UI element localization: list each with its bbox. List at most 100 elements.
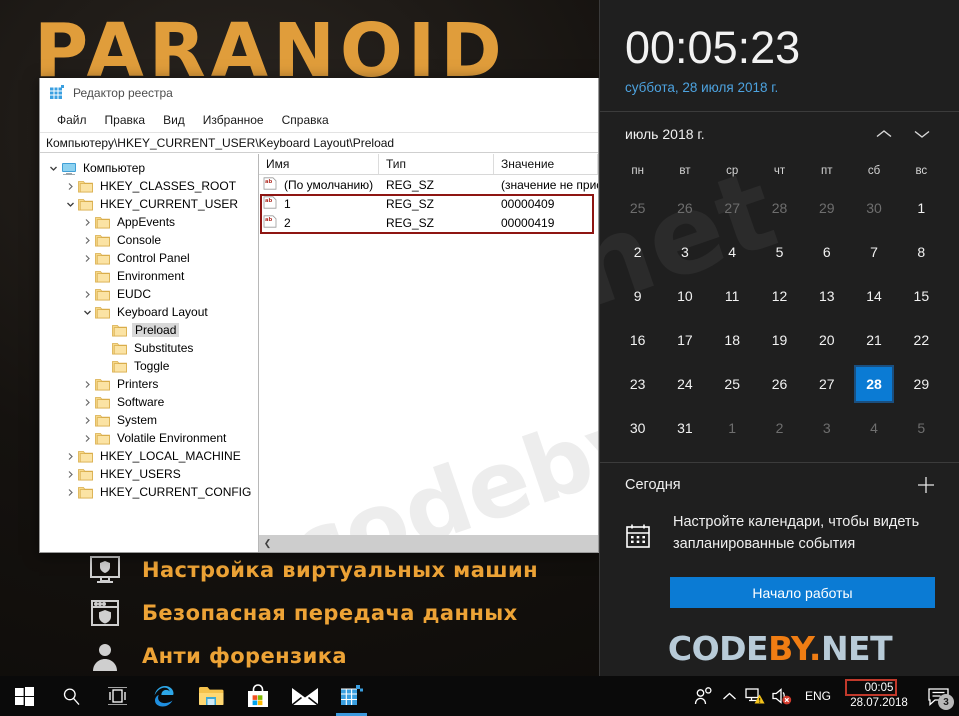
- column-header-type[interactable]: Тип: [379, 154, 494, 174]
- menu-item-view[interactable]: Вид: [154, 111, 194, 129]
- tree-item[interactable]: HKEY_LOCAL_MACHINE: [40, 447, 258, 465]
- calendar-day[interactable]: 29: [898, 362, 945, 406]
- calendar-weeks[interactable]: 25 26 27 28 29 30 1 2 3 4 5 6 7 8 9 10 11 12 13 14 15 16 17 18 1…: [614, 186, 945, 450]
- calendar-day[interactable]: 18: [709, 318, 756, 362]
- calendar-day[interactable]: 15: [898, 274, 945, 318]
- calendar-day[interactable]: 1: [898, 186, 945, 230]
- calendar-day[interactable]: 21: [850, 318, 897, 362]
- search-icon[interactable]: [48, 676, 94, 716]
- calendar-day[interactable]: 9: [614, 274, 661, 318]
- microsoft-store-icon[interactable]: [234, 676, 281, 716]
- calendar-day[interactable]: 24: [661, 362, 708, 406]
- language-indicator[interactable]: ENG: [795, 689, 841, 703]
- people-icon[interactable]: [691, 676, 717, 716]
- calendar-day[interactable]: 26: [756, 362, 803, 406]
- chevron-right-icon[interactable]: [80, 416, 95, 425]
- calendar-month-label[interactable]: июль 2018 г.: [625, 126, 865, 142]
- horizontal-scrollbar[interactable]: ❮: [259, 535, 598, 552]
- system-tray[interactable]: ENG: [691, 676, 841, 716]
- calendar-day[interactable]: 25: [709, 362, 756, 406]
- tree-item[interactable]: Control Panel: [40, 249, 258, 267]
- menu-item-file[interactable]: Файл: [48, 111, 96, 129]
- tree-item[interactable]: Toggle: [40, 357, 258, 375]
- menu-item-edit[interactable]: Правка: [96, 111, 155, 129]
- calendar-day[interactable]: 3: [803, 406, 850, 450]
- chevron-down-icon[interactable]: [80, 308, 95, 317]
- calendar-day[interactable]: 4: [709, 230, 756, 274]
- calendar-day[interactable]: 11: [709, 274, 756, 318]
- menu-item-help[interactable]: Справка: [273, 111, 338, 129]
- registry-values-pane[interactable]: codeby.net Имя Тип Значение ab (По умолча…: [259, 154, 598, 552]
- calendar-day[interactable]: 17: [661, 318, 708, 362]
- tree-item[interactable]: Substitutes: [40, 339, 258, 357]
- value-row[interactable]: ab 1 REG_SZ 00000409: [259, 194, 598, 213]
- file-explorer-icon[interactable]: [187, 676, 234, 716]
- calendar-day[interactable]: 30: [850, 186, 897, 230]
- tree-item[interactable]: EUDC: [40, 285, 258, 303]
- chevron-right-icon[interactable]: [80, 434, 95, 443]
- chevron-right-icon[interactable]: [63, 470, 78, 479]
- chevron-right-icon[interactable]: [80, 398, 95, 407]
- calendar-day[interactable]: 6: [803, 230, 850, 274]
- chevron-right-icon[interactable]: [80, 380, 95, 389]
- edge-icon[interactable]: [140, 676, 187, 716]
- chevron-right-icon[interactable]: [63, 182, 78, 191]
- menu-item-favorites[interactable]: Избранное: [194, 111, 273, 129]
- calendar-day[interactable]: 27: [803, 362, 850, 406]
- calendar-day[interactable]: 5: [898, 406, 945, 450]
- network-warning-icon[interactable]: [743, 676, 769, 716]
- plus-icon[interactable]: [911, 470, 941, 500]
- clock-calendar-flyout[interactable]: net 00:05:23 суббота, 28 июля 2018 г. ию…: [599, 0, 959, 676]
- value-row[interactable]: ab 2 REG_SZ 00000419: [259, 213, 598, 232]
- registry-tree-pane[interactable]: Компьютер HKEY_CLASSES_ROOT HKEY_CURRENT_U…: [40, 154, 259, 552]
- calendar-day[interactable]: 25: [614, 186, 661, 230]
- calendar-day[interactable]: 29: [803, 186, 850, 230]
- tree-item[interactable]: HKEY_CURRENT_USER: [40, 195, 258, 213]
- chevron-right-icon[interactable]: [80, 254, 95, 263]
- calendar-day[interactable]: 31: [661, 406, 708, 450]
- tree-item[interactable]: HKEY_USERS: [40, 465, 258, 483]
- calendar-day[interactable]: 22: [898, 318, 945, 362]
- chevron-down-icon[interactable]: [63, 200, 78, 209]
- chevron-left-icon[interactable]: ❮: [259, 535, 276, 552]
- tree-item[interactable]: Console: [40, 231, 258, 249]
- chevron-right-icon[interactable]: [80, 290, 95, 299]
- tree-item[interactable]: Software: [40, 393, 258, 411]
- calendar-grid[interactable]: пн вт ср чт пт сб вс 25 26 27 28 29 30 1 2 3 4 5 6 7 8 9 10 11…: [600, 156, 959, 450]
- tree-item[interactable]: Компьютер: [40, 159, 258, 177]
- tree-item[interactable]: Printers: [40, 375, 258, 393]
- chevron-right-icon[interactable]: [63, 452, 78, 461]
- chevron-right-icon[interactable]: [80, 236, 95, 245]
- calendar-day[interactable]: 16: [614, 318, 661, 362]
- registry-editor-icon[interactable]: [328, 676, 375, 716]
- tree-item[interactable]: Environment: [40, 267, 258, 285]
- get-started-button[interactable]: Начало работы: [670, 577, 935, 608]
- calendar-day[interactable]: 30: [614, 406, 661, 450]
- calendar-day[interactable]: 2: [614, 230, 661, 274]
- calendar-day[interactable]: 5: [756, 230, 803, 274]
- tree-item[interactable]: Volatile Environment: [40, 429, 258, 447]
- tree-item[interactable]: Keyboard Layout: [40, 303, 258, 321]
- action-center-icon[interactable]: 3: [917, 676, 959, 716]
- calendar-day[interactable]: 23: [614, 362, 661, 406]
- calendar-day[interactable]: 14: [850, 274, 897, 318]
- chevron-down-icon[interactable]: [903, 119, 941, 149]
- taskbar[interactable]: ENG 00:05 28.07.2018 3: [0, 676, 959, 716]
- task-view-icon[interactable]: [94, 676, 140, 716]
- menubar[interactable]: Файл Правка Вид Избранное Справка: [40, 107, 598, 132]
- address-bar[interactable]: Компьютеру\HKEY_CURRENT_USER\Keyboard La…: [40, 132, 598, 153]
- calendar-day[interactable]: 2: [756, 406, 803, 450]
- calendar-day[interactable]: 8: [898, 230, 945, 274]
- calendar-day[interactable]: 27: [709, 186, 756, 230]
- calendar-day-today[interactable]: 28: [850, 362, 897, 406]
- registry-editor-window[interactable]: Редактор реестра Файл Правка Вид Избранн…: [39, 78, 599, 553]
- value-row[interactable]: ab (По умолчанию) REG_SZ (значение не присв…: [259, 175, 598, 194]
- calendar-day[interactable]: 19: [756, 318, 803, 362]
- calendar-day[interactable]: 7: [850, 230, 897, 274]
- tree-item[interactable]: HKEY_CURRENT_CONFIG: [40, 483, 258, 501]
- mail-icon[interactable]: [281, 676, 328, 716]
- calendar-day[interactable]: 13: [803, 274, 850, 318]
- chevron-right-icon[interactable]: [80, 218, 95, 227]
- column-header-value[interactable]: Значение: [494, 154, 598, 174]
- calendar-day[interactable]: 20: [803, 318, 850, 362]
